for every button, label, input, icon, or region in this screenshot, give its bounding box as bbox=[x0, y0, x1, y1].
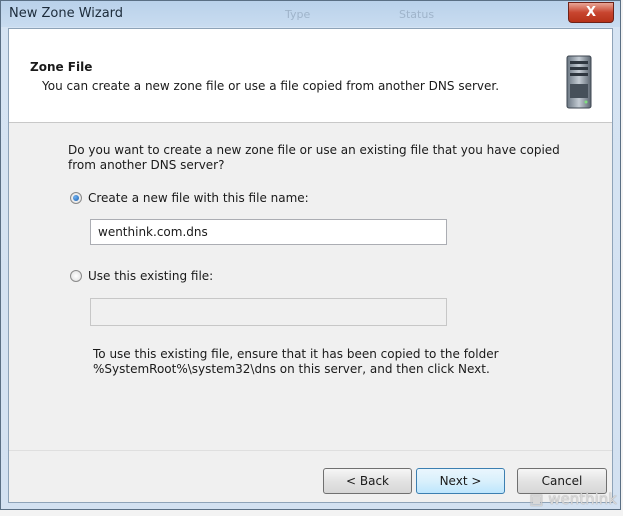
wizard-question: Do you want to create a new zone file or… bbox=[68, 143, 560, 172]
watermark: ▣ wenthink bbox=[529, 490, 617, 508]
title-bar[interactable]: New Zone Wizard Type Status X bbox=[1, 1, 620, 27]
option-use-existing-label: Use this existing file: bbox=[88, 269, 214, 283]
back-button[interactable]: < Back bbox=[323, 468, 412, 494]
window-title: New Zone Wizard bbox=[9, 6, 124, 21]
ghost-label-status: Status bbox=[399, 8, 435, 21]
close-button[interactable]: X bbox=[568, 2, 614, 23]
existing-file-input[interactable] bbox=[90, 298, 447, 326]
footer-divider bbox=[9, 450, 612, 451]
page-subtitle: You can create a new zone file or use a … bbox=[42, 79, 500, 93]
new-file-name-input[interactable] bbox=[90, 219, 447, 245]
watermark-text: wenthink bbox=[548, 490, 617, 508]
radio-use-existing[interactable] bbox=[70, 270, 82, 282]
next-button[interactable]: Next > bbox=[416, 468, 505, 494]
page-title: Zone File bbox=[30, 60, 93, 74]
watermark-icon: ▣ bbox=[529, 490, 544, 508]
wizard-client-area: Zone File You can create a new zone file… bbox=[8, 28, 613, 503]
ghost-label-type: Type bbox=[285, 8, 311, 21]
server-icon bbox=[566, 55, 592, 109]
option-use-existing[interactable]: Use this existing file: bbox=[70, 269, 213, 283]
existing-file-info: To use this existing file, ensure that i… bbox=[93, 347, 499, 376]
option-create-new-label: Create a new file with this file name: bbox=[88, 191, 309, 205]
wizard-header: Zone File You can create a new zone file… bbox=[9, 29, 612, 123]
radio-create-new[interactable] bbox=[70, 192, 82, 204]
option-create-new[interactable]: Create a new file with this file name: bbox=[70, 191, 309, 205]
close-icon: X bbox=[585, 5, 597, 20]
wizard-window: New Zone Wizard Type Status X Zone File … bbox=[0, 0, 621, 510]
